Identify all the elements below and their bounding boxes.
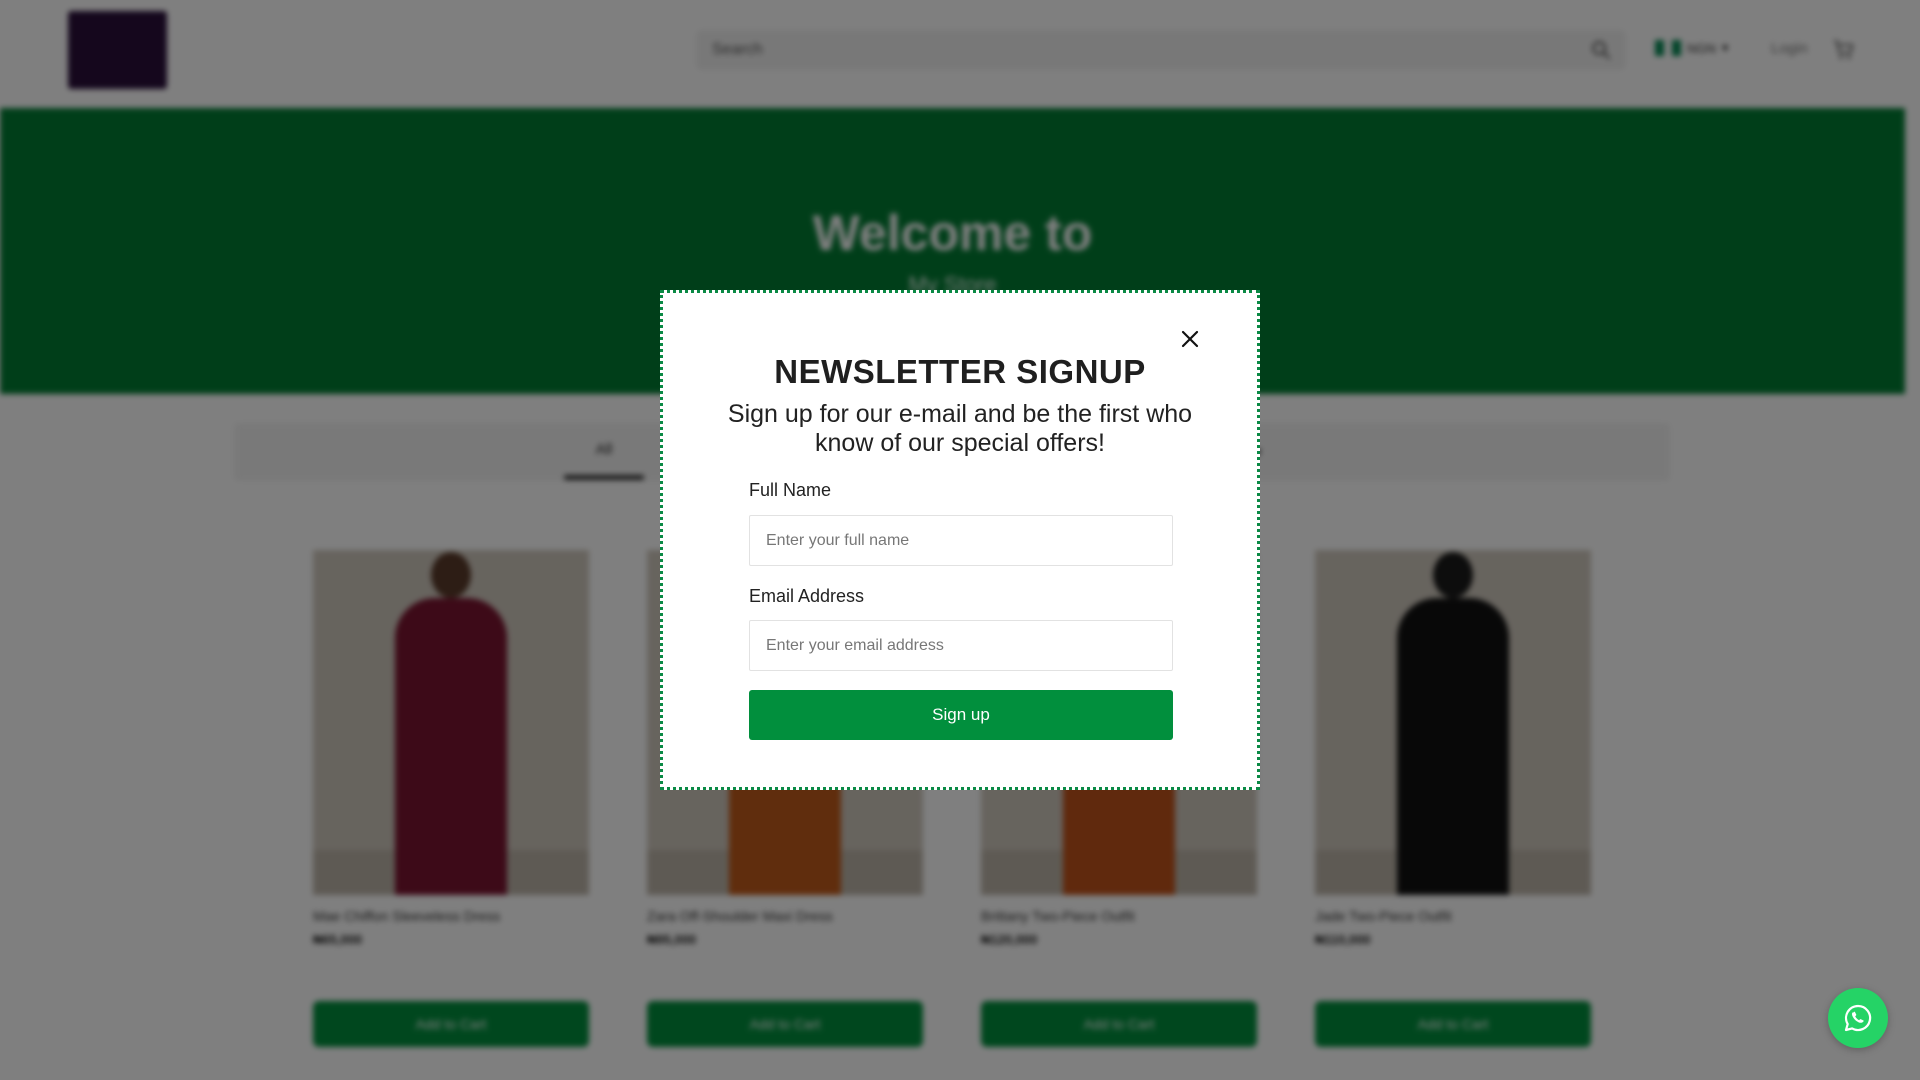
- email-field[interactable]: [749, 620, 1173, 671]
- modal-title: NEWSLETTER SIGNUP: [774, 353, 1146, 390]
- close-icon[interactable]: [1181, 330, 1199, 348]
- modal-subtitle: Sign up for our e-mail and be the first …: [727, 400, 1193, 457]
- email-label: Email Address: [749, 586, 865, 606]
- close-button[interactable]: [1174, 323, 1206, 355]
- full-name-label: Full Name: [749, 480, 832, 500]
- whatsapp-icon: [1844, 1004, 1872, 1032]
- newsletter-modal: NEWSLETTER SIGNUP Sign up for our e-mail…: [660, 290, 1260, 790]
- sign-up-button[interactable]: Sign up: [749, 690, 1173, 740]
- full-name-field[interactable]: [749, 515, 1173, 566]
- whatsapp-chat-button[interactable]: [1828, 988, 1888, 1048]
